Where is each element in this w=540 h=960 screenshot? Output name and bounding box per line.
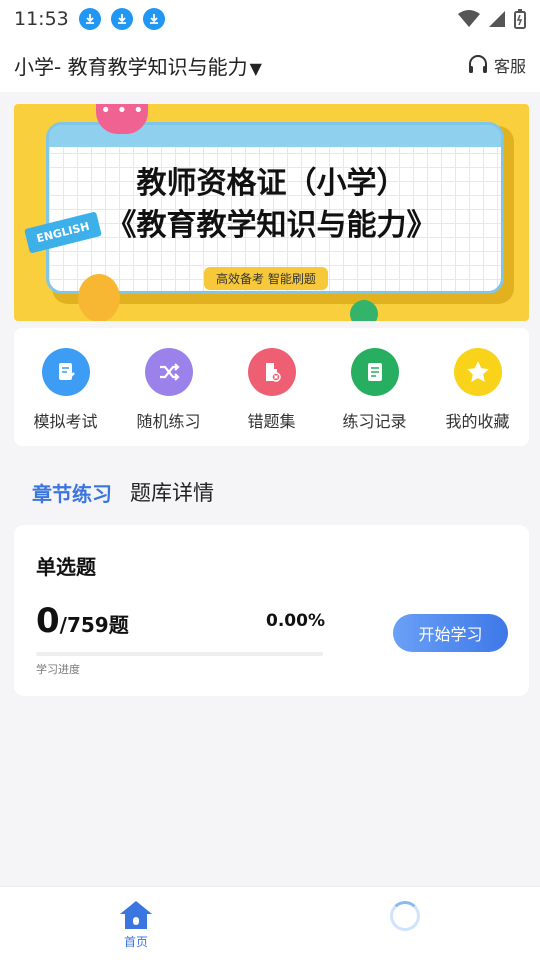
subject-title: 小学- 教育教学知识与能力	[14, 54, 248, 79]
exam-paper-icon	[41, 348, 90, 396]
caret-down-icon: ▼	[249, 58, 262, 78]
practice-tabs: 章节练习 题库详情	[32, 470, 214, 507]
download-icon	[110, 8, 133, 30]
record-icon	[350, 348, 399, 396]
quick-action-label: 错题集	[247, 412, 296, 431]
loading-spinner-icon	[390, 901, 420, 931]
completed-count: 0	[36, 601, 60, 641]
tab-chapter-practice[interactable]: 章节练习	[32, 470, 112, 507]
green-circle-icon	[350, 300, 378, 321]
nav-home-label: 首页	[123, 935, 148, 949]
battery-icon	[514, 9, 526, 29]
tab-question-bank-details[interactable]: 题库详情	[130, 477, 214, 507]
single-choice-card: 单选题 0 /759题 0.00% 学习进度 开始学习	[14, 525, 529, 696]
wrong-questions-icon	[247, 348, 296, 396]
quick-action-random-practice[interactable]: 随机练习	[119, 348, 219, 446]
status-time: 11:53	[14, 8, 69, 30]
status-bar: 11:53	[0, 0, 540, 38]
start-study-button[interactable]: 开始学习	[393, 614, 508, 652]
wifi-icon	[458, 10, 480, 27]
star-icon	[453, 348, 502, 396]
banner-title-line1: 教师资格证（小学）	[136, 166, 407, 201]
download-icon	[142, 8, 165, 30]
quick-action-label: 练习记录	[342, 412, 407, 431]
quick-action-favorites[interactable]: 我的收藏	[428, 348, 528, 446]
quick-action-practice-record[interactable]: 练习记录	[325, 348, 425, 446]
shuffle-icon	[144, 348, 193, 396]
question-count: 0 /759题	[36, 601, 129, 641]
signal-icon	[489, 11, 505, 27]
customer-service-button[interactable]: 客服	[467, 53, 526, 77]
home-icon	[120, 901, 152, 929]
quick-action-wrong-questions[interactable]: 错题集	[222, 348, 322, 446]
download-icon	[78, 8, 101, 30]
quick-action-label: 模拟考试	[33, 412, 98, 431]
progress-percent: 0.00%	[266, 611, 325, 631]
total-count: /759题	[59, 613, 129, 637]
nav-home[interactable]: 首页	[110, 899, 162, 950]
banner-tagline: 高效备考 智能刷题	[204, 267, 328, 290]
quick-action-label: 我的收藏	[445, 412, 510, 431]
headset-icon	[468, 55, 487, 73]
quick-actions-panel: 模拟考试 随机练习 错题集 练习记录 我的收藏	[14, 328, 529, 446]
promo-banner[interactable]: • • • 教师资格证（小学） 《教育教学知识与能力》 ENGLISH 高效备考…	[14, 104, 529, 321]
progress-bar	[36, 652, 323, 656]
lightbulb-icon	[78, 274, 120, 321]
header: 小学- 教育教学知识与能力 ▼ 客服	[0, 38, 540, 92]
bottom-nav: 首页	[0, 886, 540, 960]
quick-action-label: 随机练习	[136, 412, 201, 431]
progress-label: 学习进度	[36, 663, 80, 676]
card-title: 单选题	[36, 555, 96, 579]
customer-service-label: 客服	[493, 57, 526, 76]
subject-selector[interactable]: 小学- 教育教学知识与能力 ▼	[14, 51, 262, 80]
quick-action-mock-exam[interactable]: 模拟考试	[16, 348, 116, 446]
